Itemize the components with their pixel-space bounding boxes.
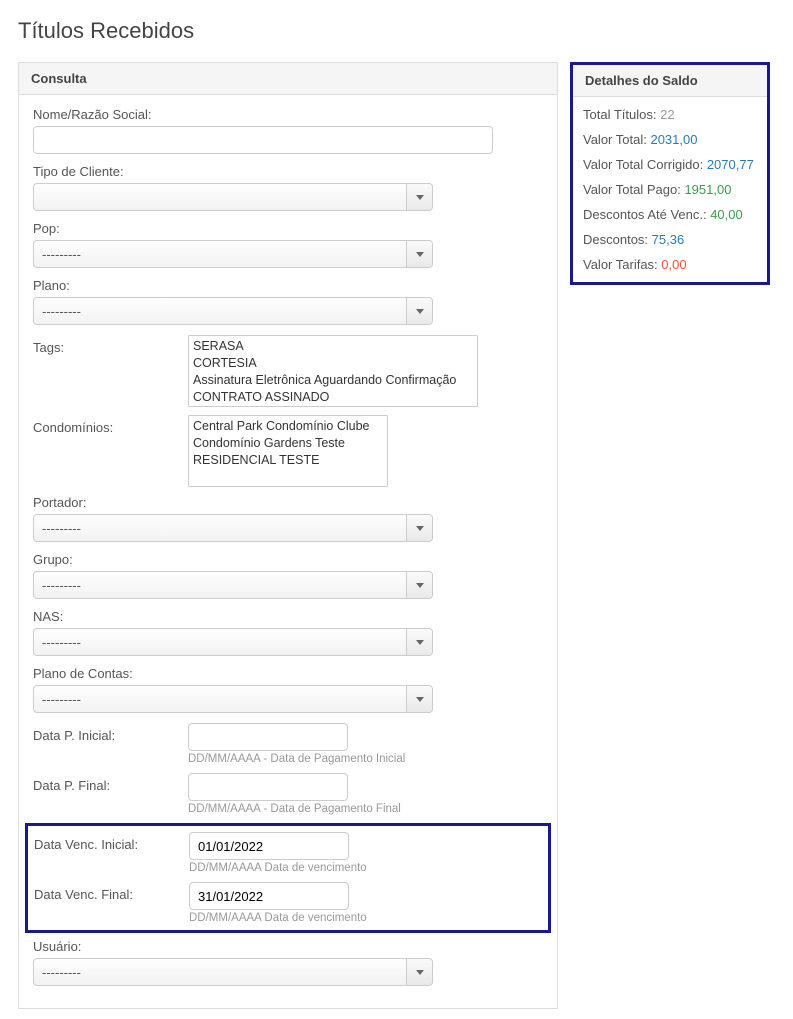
plano-select[interactable]: --------- <box>33 297 433 325</box>
nas-label: NAS: <box>33 609 543 624</box>
data-venc-inicial-hint: DD/MM/AAAA Data de vencimento <box>189 862 540 874</box>
condominios-listbox[interactable]: Central Park Condomínio Clube Condomínio… <box>188 415 388 487</box>
list-item[interactable]: CORTESIA <box>193 355 473 372</box>
usuario-select[interactable]: --------- <box>33 958 433 986</box>
chevron-down-icon <box>406 629 432 655</box>
data-p-final-label: Data P. Final: <box>33 773 188 793</box>
list-item[interactable]: SERASA <box>193 338 473 355</box>
total-titulos-value: 22 <box>660 107 674 122</box>
plano-contas-value: --------- <box>42 692 81 707</box>
saldo-panel: Detalhes do Saldo Total Títulos: 22 Valo… <box>570 62 770 285</box>
data-venc-final-hint: DD/MM/AAAA Data de vencimento <box>189 912 540 924</box>
consulta-panel: Consulta Nome/Razão Social: Tipo de Clie… <box>18 62 558 1009</box>
chevron-down-icon <box>406 572 432 598</box>
valor-total-label: Valor Total: <box>583 132 647 147</box>
data-venc-final-label: Data Venc. Final: <box>34 882 189 902</box>
portador-value: --------- <box>42 521 81 536</box>
consulta-header: Consulta <box>19 63 557 95</box>
valor-total-pago-value: 1951,00 <box>684 182 731 197</box>
tipo-cliente-select[interactable] <box>33 183 433 211</box>
grupo-value: --------- <box>42 578 81 593</box>
plano-contas-label: Plano de Contas: <box>33 666 543 681</box>
saldo-header: Detalhes do Saldo <box>573 65 767 97</box>
tags-listbox[interactable]: SERASA CORTESIA Assinatura Eletrônica Ag… <box>188 335 478 407</box>
descontos-value: 75,36 <box>652 232 685 247</box>
data-venc-highlight: Data Venc. Inicial: DD/MM/AAAA Data de v… <box>25 823 551 933</box>
total-titulos-label: Total Títulos: <box>583 107 656 122</box>
pop-label: Pop: <box>33 221 543 236</box>
plano-label: Plano: <box>33 278 543 293</box>
nome-input[interactable] <box>33 126 493 154</box>
valor-total-pago-label: Valor Total Pago: <box>583 182 681 197</box>
valor-total-value: 2031,00 <box>650 132 697 147</box>
data-venc-final-input[interactable] <box>189 882 349 910</box>
valor-total-corrigido-label: Valor Total Corrigido: <box>583 157 703 172</box>
descontos-label: Descontos: <box>583 232 648 247</box>
valor-total-corrigido-value: 2070,77 <box>707 157 754 172</box>
chevron-down-icon <box>406 959 432 985</box>
grupo-select[interactable]: --------- <box>33 571 433 599</box>
descontos-ate-venc-value: 40,00 <box>710 207 743 222</box>
data-venc-inicial-label: Data Venc. Inicial: <box>34 832 189 852</box>
list-item[interactable]: Assinatura Eletrônica Aguardando Confirm… <box>193 372 473 389</box>
descontos-ate-venc-label: Descontos Até Venc.: <box>583 207 707 222</box>
data-venc-inicial-input[interactable] <box>189 832 349 860</box>
page-title: Títulos Recebidos <box>18 18 775 44</box>
nas-value: --------- <box>42 635 81 650</box>
portador-select[interactable]: --------- <box>33 514 433 542</box>
plano-contas-select[interactable]: --------- <box>33 685 433 713</box>
nas-select[interactable]: --------- <box>33 628 433 656</box>
usuario-label: Usuário: <box>33 939 543 954</box>
pop-select[interactable]: --------- <box>33 240 433 268</box>
list-item[interactable]: RESIDENCIAL TESTE <box>193 452 383 469</box>
valor-tarifas-label: Valor Tarifas: <box>583 257 658 272</box>
chevron-down-icon <box>406 184 432 210</box>
chevron-down-icon <box>406 686 432 712</box>
chevron-down-icon <box>406 515 432 541</box>
data-p-final-input[interactable] <box>188 773 348 801</box>
chevron-down-icon <box>406 241 432 267</box>
chevron-down-icon <box>406 298 432 324</box>
data-p-inicial-input[interactable] <box>188 723 348 751</box>
condominios-label: Condomínios: <box>33 415 188 435</box>
valor-tarifas-value: 0,00 <box>661 257 686 272</box>
data-p-inicial-label: Data P. Inicial: <box>33 723 188 743</box>
list-item[interactable]: Central Park Condomínio Clube <box>193 418 383 435</box>
plano-value: --------- <box>42 304 81 319</box>
portador-label: Portador: <box>33 495 543 510</box>
tags-label: Tags: <box>33 335 188 355</box>
grupo-label: Grupo: <box>33 552 543 567</box>
list-item[interactable]: CONTRATO ASSINADO <box>193 389 473 406</box>
usuario-value: --------- <box>42 965 81 980</box>
data-p-final-hint: DD/MM/AAAA - Data de Pagamento Final <box>188 803 543 815</box>
tipo-cliente-label: Tipo de Cliente: <box>33 164 543 179</box>
list-item[interactable]: Condomínio Gardens Teste <box>193 435 383 452</box>
pop-value: --------- <box>42 247 81 262</box>
nome-label: Nome/Razão Social: <box>33 107 543 122</box>
data-p-inicial-hint: DD/MM/AAAA - Data de Pagamento Inicial <box>188 753 543 765</box>
